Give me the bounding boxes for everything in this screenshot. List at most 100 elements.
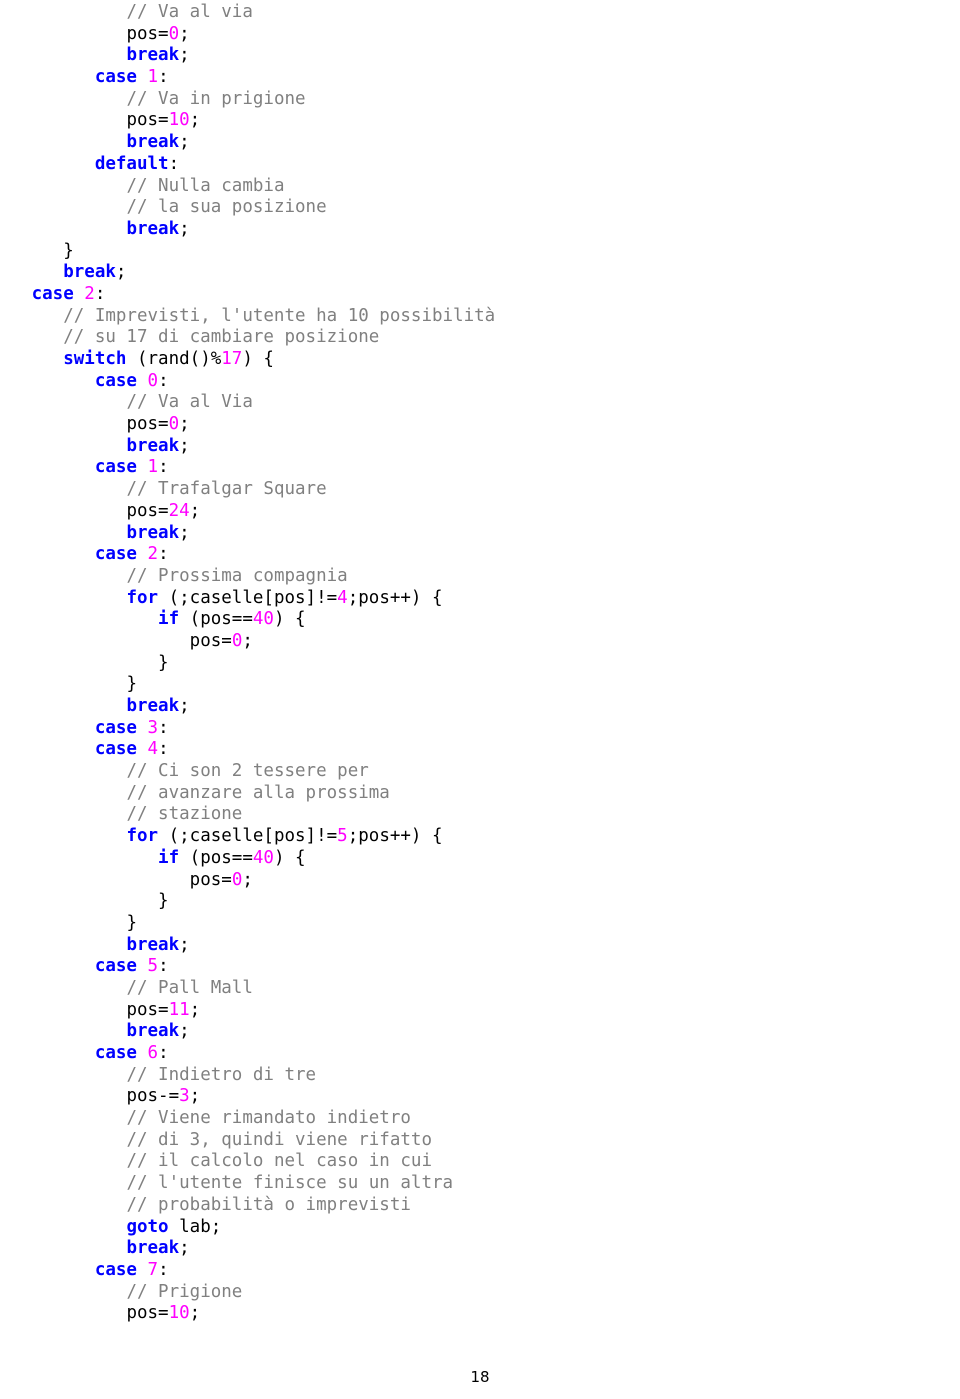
code-token: switch	[63, 349, 127, 369]
code-line: for (;caselle[pos]!=4;pos++) {	[0, 588, 960, 610]
code-token: case	[94, 457, 148, 478]
code-token: for	[126, 587, 159, 608]
code-token: }	[126, 912, 137, 933]
code-line: // avanzare alla prossima	[0, 783, 960, 805]
code-token: ;	[179, 1238, 190, 1259]
code-token: break	[126, 1238, 180, 1259]
code-token: 7	[147, 1259, 159, 1280]
code-token: pos=	[126, 110, 169, 131]
code-line: pos=11;	[0, 1000, 960, 1022]
code-token: ;	[242, 869, 253, 890]
code-line: pos-=3;	[0, 1086, 960, 1108]
code-line: break;	[0, 1238, 960, 1260]
code-token: 6	[147, 1043, 159, 1063]
code-line: pos=10;	[0, 1303, 960, 1325]
code-token: // Va al via	[126, 2, 253, 22]
code-token: break	[126, 45, 180, 66]
code-line: // Nulla cambia	[0, 176, 960, 198]
code-token: 2	[84, 283, 95, 304]
code-token: ) {	[273, 847, 306, 868]
code-line: // il calcolo nel caso in cui	[0, 1151, 960, 1173]
code-line: // di 3, quindi viene rifatto	[0, 1130, 960, 1152]
code-token: ;pos++) {	[347, 587, 443, 608]
code-token: // Nulla cambia	[126, 175, 285, 196]
code-token: 17	[221, 349, 243, 369]
code-token: pos=	[126, 999, 169, 1020]
code-token: break	[63, 262, 116, 283]
code-token: // Pall Mall	[126, 977, 253, 998]
code-token: // Va al Via	[126, 392, 253, 413]
code-line: if (pos==40) {	[0, 609, 960, 631]
code-token: ;	[179, 435, 190, 456]
code-token: :	[158, 370, 169, 391]
code-token: ;	[179, 23, 190, 44]
code-token: goto	[126, 1216, 169, 1237]
code-token: break	[126, 132, 180, 153]
code-token: :	[158, 956, 169, 977]
code-token: ;	[179, 1021, 190, 1042]
page-number: 18	[470, 1368, 490, 1386]
code-token: :	[94, 283, 106, 304]
code-token: // su 17 di cambiare posizione	[63, 327, 380, 348]
code-token: 0	[168, 23, 180, 44]
code-token: default	[94, 153, 169, 174]
code-token: // stazione	[126, 804, 243, 825]
code-token: // avanzare alla prossima	[126, 782, 390, 803]
code-line: // Prossima compagnia	[0, 566, 960, 588]
code-line: case 0:	[0, 371, 960, 393]
code-token: // Imprevisti, l'utente ha 10 possibilit…	[63, 305, 496, 326]
code-token: lab;	[168, 1216, 222, 1237]
code-line: case 2:	[0, 544, 960, 566]
code-token: if	[158, 847, 180, 868]
code-token: case	[94, 739, 148, 760]
code-token: case	[94, 544, 148, 565]
code-token: 0	[231, 630, 243, 651]
code-token: 40	[252, 609, 274, 630]
code-token: ;	[189, 999, 201, 1020]
code-line: // Indietro di tre	[0, 1065, 960, 1087]
code-token: }	[158, 652, 169, 673]
code-token: :	[158, 739, 169, 760]
code-token: 2	[147, 544, 159, 565]
code-token: ;	[179, 696, 190, 716]
code-token: :	[158, 1043, 169, 1063]
code-token: ;	[189, 110, 201, 131]
code-token: 0	[168, 414, 180, 435]
code-token: pos=	[189, 869, 232, 890]
code-token: ;	[179, 132, 190, 153]
code-token: 3	[179, 1086, 190, 1107]
code-line: // Va al Via	[0, 392, 960, 414]
code-token: ;	[179, 934, 190, 955]
code-line: break;	[0, 935, 960, 957]
code-line: break;	[0, 523, 960, 545]
code-line: // probabilità o imprevisti	[0, 1195, 960, 1217]
code-line: case 6:	[0, 1043, 960, 1065]
code-token: 40	[252, 847, 274, 868]
code-line: // stazione	[0, 804, 960, 826]
code-token: ) {	[273, 609, 306, 630]
